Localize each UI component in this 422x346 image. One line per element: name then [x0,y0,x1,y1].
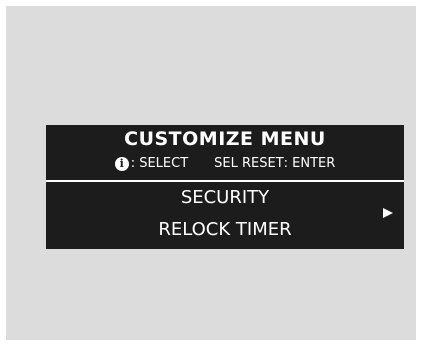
customize-menu-display: CUSTOMIZE MENU i : SELECT SEL RESET : EN… [46,125,404,249]
menu-item-security-relock-timer[interactable]: SECURITY RELOCK TIMER [46,183,404,249]
menu-item-line-1: SECURITY [180,187,270,208]
reset-label: SEL RESET [214,156,284,171]
select-hint: : SELECT [130,156,189,171]
right-arrow-icon[interactable] [383,208,393,218]
enter-hint: : ENTER [283,156,336,171]
hint-row: i : SELECT SEL RESET : ENTER [46,154,404,174]
info-icon: i [114,157,129,171]
header-divider [46,180,404,182]
menu-header: CUSTOMIZE MENU i : SELECT SEL RESET : EN… [46,125,404,179]
menu-title: CUSTOMIZE MENU [124,128,326,150]
menu-item-line-2: RELOCK TIMER [158,219,292,240]
screen-frame: CUSTOMIZE MENU i : SELECT SEL RESET : EN… [6,6,416,340]
